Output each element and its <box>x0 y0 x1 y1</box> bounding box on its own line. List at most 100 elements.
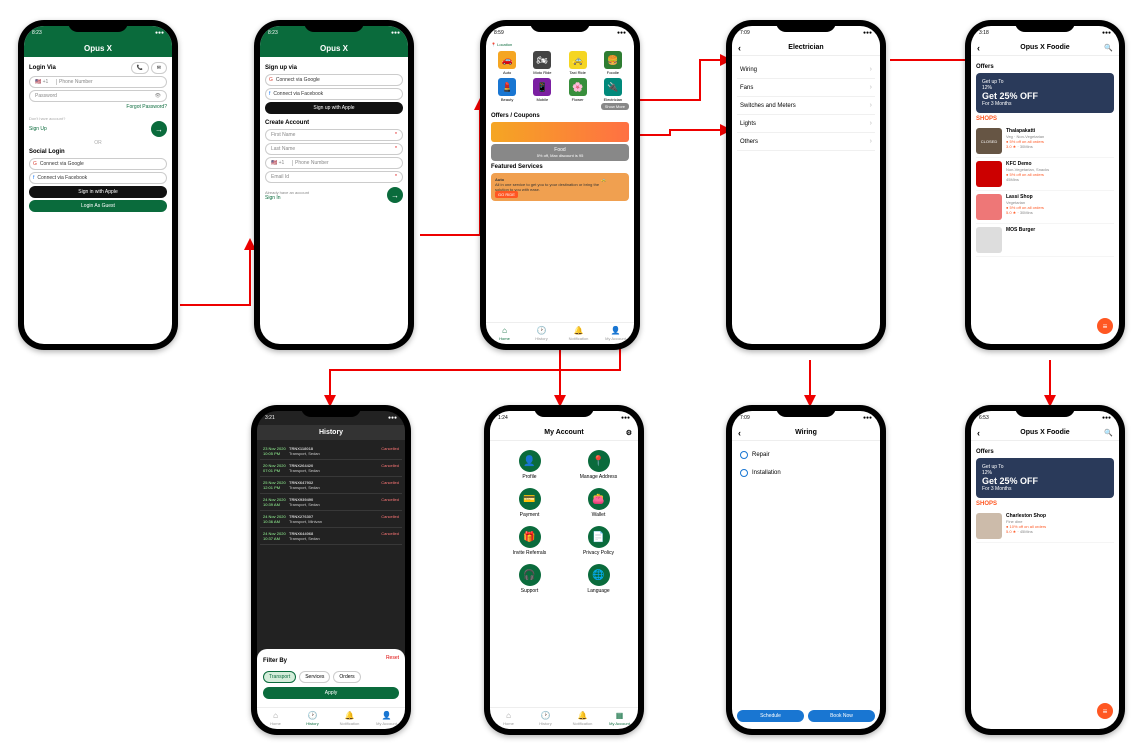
cat-electrician[interactable]: 🔌Electrician <box>597 78 629 102</box>
offer-banner[interactable] <box>491 122 629 142</box>
item-fans[interactable]: Fans› <box>737 79 875 97</box>
mail-icon[interactable]: ✉ <box>151 62 167 74</box>
search-icon[interactable]: 🔍 <box>1104 429 1113 437</box>
nav-account[interactable]: ▦My Account <box>601 708 638 729</box>
acct-profile[interactable]: 👤Profile <box>499 450 560 480</box>
google-button[interactable]: GConnect via Google <box>265 74 403 86</box>
filter-fab[interactable]: ≡ <box>1097 318 1113 334</box>
email-input[interactable]: Email Id* <box>265 171 403 183</box>
shop-kfc[interactable]: KFC DemoNon-Vegetarian, Snacks● 5% off o… <box>976 158 1114 191</box>
cat-auto[interactable]: 🚗Auto <box>491 51 523 75</box>
promo-banner[interactable]: Get up To 12% Get 25% OFF For 3 Months <box>976 458 1114 498</box>
acct-privacy[interactable]: 📄Privacy Policy <box>568 526 629 556</box>
nav-home[interactable]: ⌂Home <box>486 323 523 344</box>
back-icon[interactable]: ‹ <box>738 43 741 53</box>
back-icon[interactable]: ‹ <box>738 428 741 438</box>
apple-button[interactable]: Sign in with Apple <box>29 186 167 198</box>
cat-taxi[interactable]: 🚕Taxi Ride <box>562 51 594 75</box>
acct-wallet[interactable]: 👛Wallet <box>568 488 629 518</box>
back-icon[interactable]: ‹ <box>977 43 980 53</box>
acct-payment[interactable]: 💳Payment <box>499 488 560 518</box>
offers-label: Offers <box>976 64 1114 70</box>
search-icon[interactable]: 🔍 <box>1104 44 1113 52</box>
nav-history[interactable]: 🕑History <box>294 708 331 729</box>
filter-fab[interactable]: ≡ <box>1097 703 1113 719</box>
featured-auto-card[interactable]: AutoAll in one service to get you to you… <box>491 173 629 201</box>
signup-fab[interactable]: → <box>151 121 167 137</box>
food-offer-card[interactable]: Food5% off, Max discount is 95 <box>491 144 629 161</box>
forgot-password-link[interactable]: Forgot Password? <box>29 104 167 110</box>
phone-wiring: 7:09●●● ‹Wiring Repair Installation Sche… <box>726 405 886 735</box>
history-row[interactable]: 24 Nov 202010:37 AMTRNX644068Transport, … <box>260 528 402 545</box>
featured-label: Featured Services <box>491 164 629 170</box>
nav-account[interactable]: 👤My Account <box>368 708 405 729</box>
phone-icon[interactable]: 📞 <box>131 62 149 74</box>
nav-history[interactable]: 🕑History <box>523 323 560 344</box>
item-lights[interactable]: Lights› <box>737 115 875 133</box>
phone-home: 8:59●●● 📍 Location 🚗Auto 🏍Moto Ride 🚕Tax… <box>480 20 640 350</box>
shop-lassi[interactable]: Lassi ShopVegetarian● 5% off on all orde… <box>976 191 1114 224</box>
flow-diagram: 8:23●●● Opus X Login Via 📞✉ 🇺🇸 +1Phone N… <box>0 0 1140 745</box>
password-input[interactable]: Password👁 <box>29 90 167 102</box>
bottom-nav: ⌂Home 🕑History 🔔Notification 👤My Account <box>486 322 634 344</box>
signin-link[interactable]: Sign In <box>265 195 281 201</box>
history-row[interactable]: 23 Nov 202010:05 PMTRNX118018Transport, … <box>260 443 402 460</box>
shop-mos[interactable]: MOS Burger <box>976 224 1114 257</box>
item-switches[interactable]: Switches and Meters› <box>737 97 875 115</box>
account-grid: 👤Profile 📍Manage Address 💳Payment 👛Walle… <box>495 446 633 598</box>
reset-button[interactable]: Reset <box>386 655 399 667</box>
eye-icon[interactable]: 👁 <box>155 93 161 99</box>
facebook-button[interactable]: fConnect via Facebook <box>29 172 167 184</box>
apple-button[interactable]: Sign up with Apple <box>265 102 403 114</box>
shop-charleston[interactable]: Charleston ShopFine dine● 10% off on all… <box>976 510 1114 543</box>
facebook-button[interactable]: fConnect via Facebook <box>265 88 403 100</box>
show-more-button[interactable]: Show More <box>601 103 629 110</box>
opt-repair[interactable]: Repair <box>737 446 875 464</box>
brand-header: Opus X <box>24 40 172 57</box>
cat-mobile[interactable]: 📱Mobile <box>526 78 558 102</box>
cat-beauty[interactable]: 💄Beauty <box>491 78 523 102</box>
cat-moto[interactable]: 🏍Moto Ride <box>526 51 558 75</box>
acct-referrals[interactable]: 🎁Invite Referrals <box>499 526 560 556</box>
lastname-input[interactable]: Last Name* <box>265 143 403 155</box>
signup-link[interactable]: Sign Up <box>29 126 47 132</box>
phone-input[interactable]: 🇺🇸 +1Phone Number <box>265 157 403 169</box>
nav-history[interactable]: 🕑History <box>527 708 564 729</box>
shop-thalapakatti[interactable]: CLOSEDThalapakattiVeg · Non-Vegetarian● … <box>976 125 1114 158</box>
apply-button[interactable]: Apply <box>263 687 399 699</box>
history-row[interactable]: 25 Nov 202012:01 PMTRNX647932Transport, … <box>260 477 402 494</box>
nav-home[interactable]: ⌂Home <box>490 708 527 729</box>
cat-foodie[interactable]: 🍔Foodie <box>597 51 629 75</box>
guest-button[interactable]: Login As Guest <box>29 200 167 212</box>
back-icon[interactable]: ‹ <box>977 428 980 438</box>
location-label[interactable]: 📍 Location <box>486 40 634 49</box>
page-header: My Account⚙ <box>490 425 638 441</box>
nav-home[interactable]: ⌂Home <box>257 708 294 729</box>
acct-language[interactable]: 🌐Language <box>568 564 629 594</box>
acct-address[interactable]: 📍Manage Address <box>568 450 629 480</box>
nav-notification[interactable]: 🔔Notification <box>331 708 368 729</box>
nav-account[interactable]: 👤My Account <box>597 323 634 344</box>
google-button[interactable]: GConnect via Google <box>29 158 167 170</box>
nav-notification[interactable]: 🔔Notification <box>560 323 597 344</box>
history-row[interactable]: 24 Nov 202010:39 AMTRNX939490Transport, … <box>260 494 402 511</box>
offers-label: Offers <box>976 449 1114 455</box>
schedule-button[interactable]: Schedule <box>737 710 804 722</box>
opt-installation[interactable]: Installation <box>737 464 875 482</box>
book-now-button[interactable]: Book Now <box>808 710 875 722</box>
acct-support[interactable]: 🎧Support <box>499 564 560 594</box>
submit-fab[interactable]: → <box>387 187 403 203</box>
item-others[interactable]: Others› <box>737 133 875 151</box>
promo-banner[interactable]: Get up To 12% Get 25% OFF For 3 Months <box>976 73 1114 113</box>
tab-transport[interactable]: Transport <box>263 671 296 683</box>
phone-input[interactable]: 🇺🇸 +1Phone Number <box>29 76 167 88</box>
item-wiring[interactable]: Wiring› <box>737 61 875 79</box>
history-row[interactable]: 20 Nov 202007:01 PMTRNX264420Transport, … <box>260 460 402 477</box>
tab-services[interactable]: Services <box>299 671 330 683</box>
nav-notification[interactable]: 🔔Notification <box>564 708 601 729</box>
cat-flower[interactable]: 🌸Flower <box>562 78 594 102</box>
tab-orders[interactable]: Orders <box>333 671 360 683</box>
history-row[interactable]: 24 Nov 202010:36 AMTRNX276307Transport, … <box>260 511 402 528</box>
gear-icon[interactable]: ⚙ <box>626 429 632 437</box>
firstname-input[interactable]: First Name* <box>265 129 403 141</box>
